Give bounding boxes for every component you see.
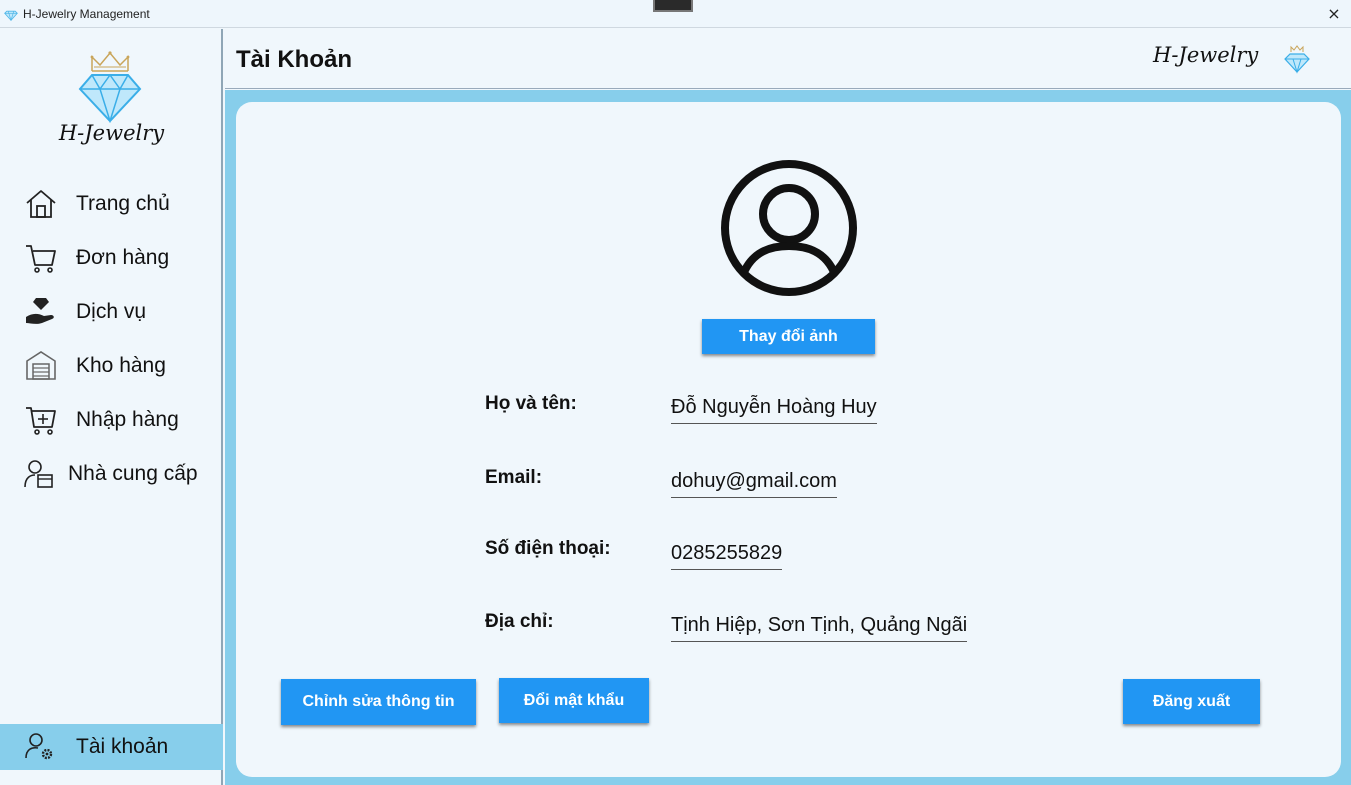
sidebar: H-Jewelry Trang chủ Đơn hàng Dịch vụ Kho… xyxy=(0,29,223,785)
window-title: H-Jewelry Management xyxy=(23,6,150,21)
email-label: Email: xyxy=(485,467,543,488)
cart-icon xyxy=(24,241,58,275)
page-title: Tài Khoản xyxy=(236,46,353,73)
warehouse-icon xyxy=(24,349,58,383)
full-name-value: Đỗ Nguyễn Hoàng Huy xyxy=(671,396,877,424)
edit-info-button[interactable]: Chỉnh sửa thông tin xyxy=(281,679,476,725)
phone-value: 0285255829 xyxy=(671,542,783,570)
sidebar-item-dich-vu[interactable]: Dịch vụ xyxy=(0,290,223,334)
email-value: dohuy@gmail.com xyxy=(671,470,837,498)
diamond-icon xyxy=(4,10,18,21)
sidebar-item-label: Kho hàng xyxy=(76,354,166,377)
sidebar-item-label: Nhà cung cấp xyxy=(68,462,198,485)
address-label: Địa chỉ: xyxy=(485,611,554,632)
home-icon xyxy=(24,187,58,221)
logo-diamond-crown-icon xyxy=(78,51,142,123)
window-notch xyxy=(653,0,693,12)
address-value: Tịnh Hiệp, Sơn Tịnh, Quảng Ngãi xyxy=(671,614,968,642)
profile-card: Thay đổi ảnh Họ và tên: Đỗ Nguyễn Hoàng … xyxy=(236,102,1341,777)
diamond-icon xyxy=(1284,45,1310,74)
cart-add-icon xyxy=(24,403,58,437)
sidebar-item-trang-chu[interactable]: Trang chủ xyxy=(0,182,223,226)
sidebar-item-kho-hang[interactable]: Kho hàng xyxy=(0,344,223,388)
user-gear-icon xyxy=(24,730,58,764)
sidebar-item-label: Tài khoản xyxy=(76,735,169,758)
change-password-button[interactable]: Đổi mật khẩu xyxy=(499,678,649,723)
sidebar-item-nhap-hang[interactable]: Nhập hàng xyxy=(0,398,223,442)
supplier-icon xyxy=(22,457,56,491)
header-logo-text: H-Jewelry xyxy=(1153,43,1259,67)
logout-button[interactable]: Đăng xuất xyxy=(1123,679,1260,724)
close-icon[interactable]: × xyxy=(1323,3,1345,25)
user-avatar-icon xyxy=(721,160,857,296)
page-header: Tài Khoản H-Jewelry xyxy=(225,29,1351,89)
window-titlebar: H-Jewelry Management × xyxy=(0,0,1351,28)
logo-text: H-Jewelry xyxy=(58,121,165,145)
sidebar-item-label: Nhập hàng xyxy=(76,408,179,431)
sidebar-item-don-hang[interactable]: Đơn hàng xyxy=(0,236,223,280)
change-photo-button[interactable]: Thay đổi ảnh xyxy=(702,319,875,354)
main-area: Thay đổi ảnh Họ và tên: Đỗ Nguyễn Hoàng … xyxy=(225,90,1351,785)
sidebar-item-nha-cung-cap[interactable]: Nhà cung cấp xyxy=(0,452,223,496)
service-hand-icon xyxy=(24,295,58,329)
sidebar-item-label: Dịch vụ xyxy=(76,300,147,323)
sidebar-item-label: Trang chủ xyxy=(76,192,170,215)
sidebar-item-label: Đơn hàng xyxy=(76,246,170,269)
full-name-label: Họ và tên: xyxy=(485,393,577,414)
phone-label: Số điện thoại: xyxy=(485,538,611,559)
sidebar-item-tai-khoan[interactable]: Tài khoản xyxy=(0,724,223,770)
